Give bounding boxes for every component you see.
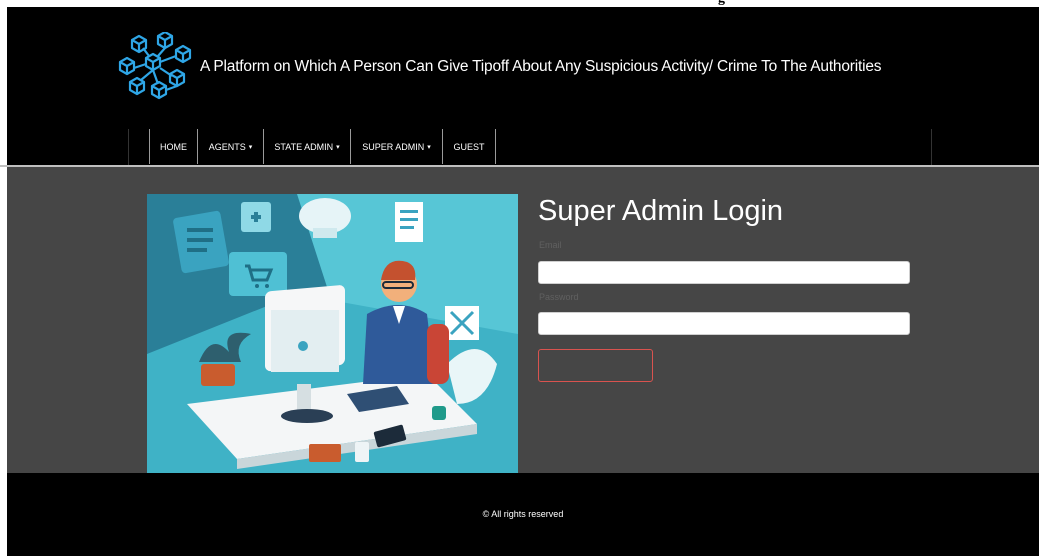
password-field[interactable]	[538, 312, 910, 335]
login-button[interactable]	[538, 349, 653, 382]
blockchain-cubes-icon	[118, 32, 192, 100]
left-edge	[0, 7, 7, 556]
nav-agents[interactable]: AGENTS ▾	[197, 129, 263, 164]
email-label: Email	[539, 240, 562, 250]
main-nav: HOME AGENTS ▾ STATE ADMIN ▾ SUPER ADMIN …	[128, 129, 932, 165]
nav-guest-label: GUEST	[453, 141, 485, 152]
chevron-down-icon: ▾	[427, 143, 431, 151]
nav-super-admin[interactable]: SUPER ADMIN ▾	[350, 129, 442, 164]
email-field[interactable]	[538, 261, 910, 284]
site-title: A Platform on Which A Person Can Give Ti…	[200, 58, 882, 75]
page-title: Super Admin Login	[538, 195, 784, 227]
nav-home[interactable]: HOME	[149, 129, 197, 164]
nav-agents-label: AGENTS	[208, 141, 246, 152]
nav-super-admin-label: SUPER ADMIN	[362, 141, 425, 152]
office-worker-illustration	[147, 194, 518, 473]
top-strip: g	[0, 0, 1039, 7]
nav-home-label: HOME	[160, 141, 187, 152]
nav-state-admin-label: STATE ADMIN	[274, 141, 334, 152]
nav-divider	[495, 129, 496, 164]
site-footer: © All rights reserved	[7, 473, 1039, 556]
password-label: Password	[539, 292, 579, 302]
clipped-heading: g	[718, 0, 725, 7]
nav-state-admin[interactable]: STATE ADMIN ▾	[263, 129, 350, 164]
copyright-text: © All rights reserved	[482, 509, 564, 519]
chevron-down-icon: ▾	[248, 143, 253, 151]
nav-guest[interactable]: GUEST	[442, 129, 495, 164]
chevron-down-icon: ▾	[336, 143, 340, 151]
